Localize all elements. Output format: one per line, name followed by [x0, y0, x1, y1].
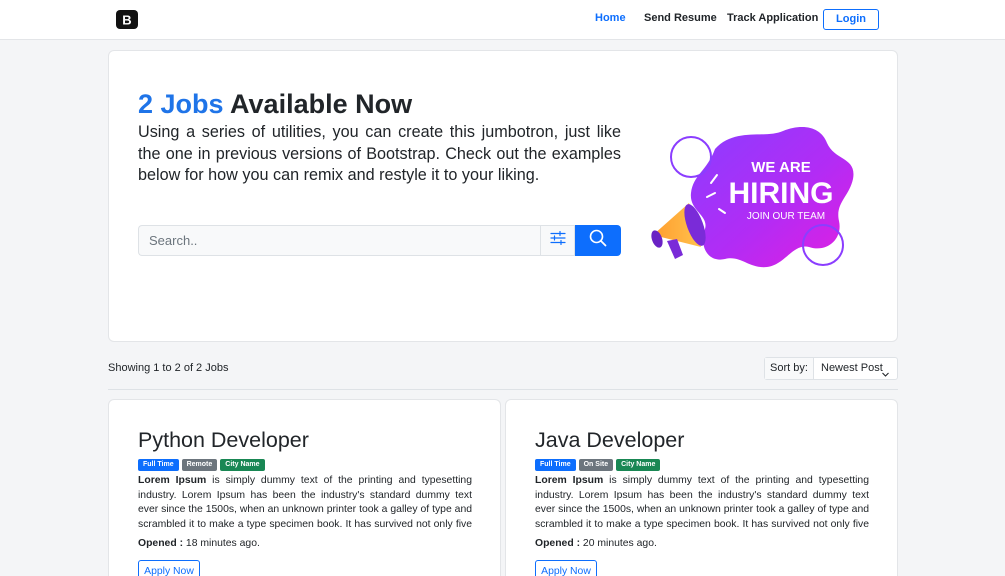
sort-control: Sort by: Newest Post: [764, 357, 898, 380]
hero-title-rest: Available Now: [230, 89, 413, 119]
job-card: Java Developer Full Time On Site City Na…: [505, 399, 898, 576]
job-opened: Opened : 18 minutes ago.: [138, 538, 260, 549]
nav-link-send-resume[interactable]: Send Resume: [644, 12, 717, 24]
apply-now-button[interactable]: Apply Now: [535, 560, 597, 576]
badge-work-mode: Remote: [181, 459, 218, 471]
sort-select-value: Newest Post: [821, 362, 883, 374]
job-title[interactable]: Java Developer: [535, 428, 684, 453]
job-opened-value: 18 minutes ago.: [183, 538, 260, 549]
hero-jumbotron: 2 Jobs Available Now Using a series of u…: [108, 50, 898, 342]
hiring-line-2: HIRING: [729, 177, 834, 210]
hero-title-count: 2 Jobs: [138, 89, 224, 119]
job-badges: Full Time Remote City Name: [138, 459, 265, 471]
job-opened-label: Opened :: [535, 538, 581, 549]
hero-title: 2 Jobs Available Now: [138, 89, 412, 120]
job-description: Lorem Ipsum is simply dummy text of the …: [138, 474, 472, 532]
login-button[interactable]: Login: [823, 9, 879, 30]
chevron-down-icon: [882, 365, 889, 377]
filter-button[interactable]: [540, 225, 575, 256]
job-description-lead: Lorem Ipsum: [138, 475, 207, 486]
sort-label: Sort by:: [765, 358, 814, 379]
hiring-illustration: WE ARE HIRING JOIN OUR TEAM: [645, 117, 860, 277]
nav-link-home[interactable]: Home: [595, 12, 626, 24]
job-badges: Full Time On Site City Name: [535, 459, 661, 471]
badge-location: City Name: [616, 459, 661, 471]
job-description-lead: Lorem Ipsum: [535, 475, 604, 486]
navbar: B Home Send Resume Track Application Log…: [0, 0, 1005, 40]
badge-job-type: Full Time: [535, 459, 576, 471]
bootstrap-logo-icon[interactable]: B: [115, 9, 139, 30]
apply-now-button[interactable]: Apply Now: [138, 560, 200, 576]
sort-select[interactable]: Newest Post: [814, 358, 897, 379]
divider: [108, 389, 898, 390]
badge-location: City Name: [220, 459, 265, 471]
hiring-line-3: JOIN OUR TEAM: [747, 211, 825, 222]
nav-link-track-application[interactable]: Track Application: [727, 12, 818, 24]
search-icon: [589, 229, 607, 252]
job-title[interactable]: Python Developer: [138, 428, 309, 453]
job-opened-value: 20 minutes ago.: [580, 538, 657, 549]
results-summary: Showing 1 to 2 of 2 Jobs: [108, 362, 229, 374]
search-button[interactable]: [575, 225, 621, 256]
job-description: Lorem Ipsum is simply dummy text of the …: [535, 474, 869, 532]
hiring-line-1: WE ARE: [751, 159, 810, 176]
badge-job-type: Full Time: [138, 459, 179, 471]
badge-work-mode: On Site: [578, 459, 614, 471]
job-opened: Opened : 20 minutes ago.: [535, 538, 657, 549]
search-group: [138, 225, 621, 256]
svg-text:B: B: [122, 13, 131, 28]
job-card: Python Developer Full Time Remote City N…: [108, 399, 501, 576]
search-input[interactable]: [138, 225, 540, 256]
sliders-icon: [549, 230, 566, 250]
hero-description: Using a series of utilities, you can cre…: [138, 123, 621, 185]
job-opened-label: Opened :: [138, 538, 184, 549]
